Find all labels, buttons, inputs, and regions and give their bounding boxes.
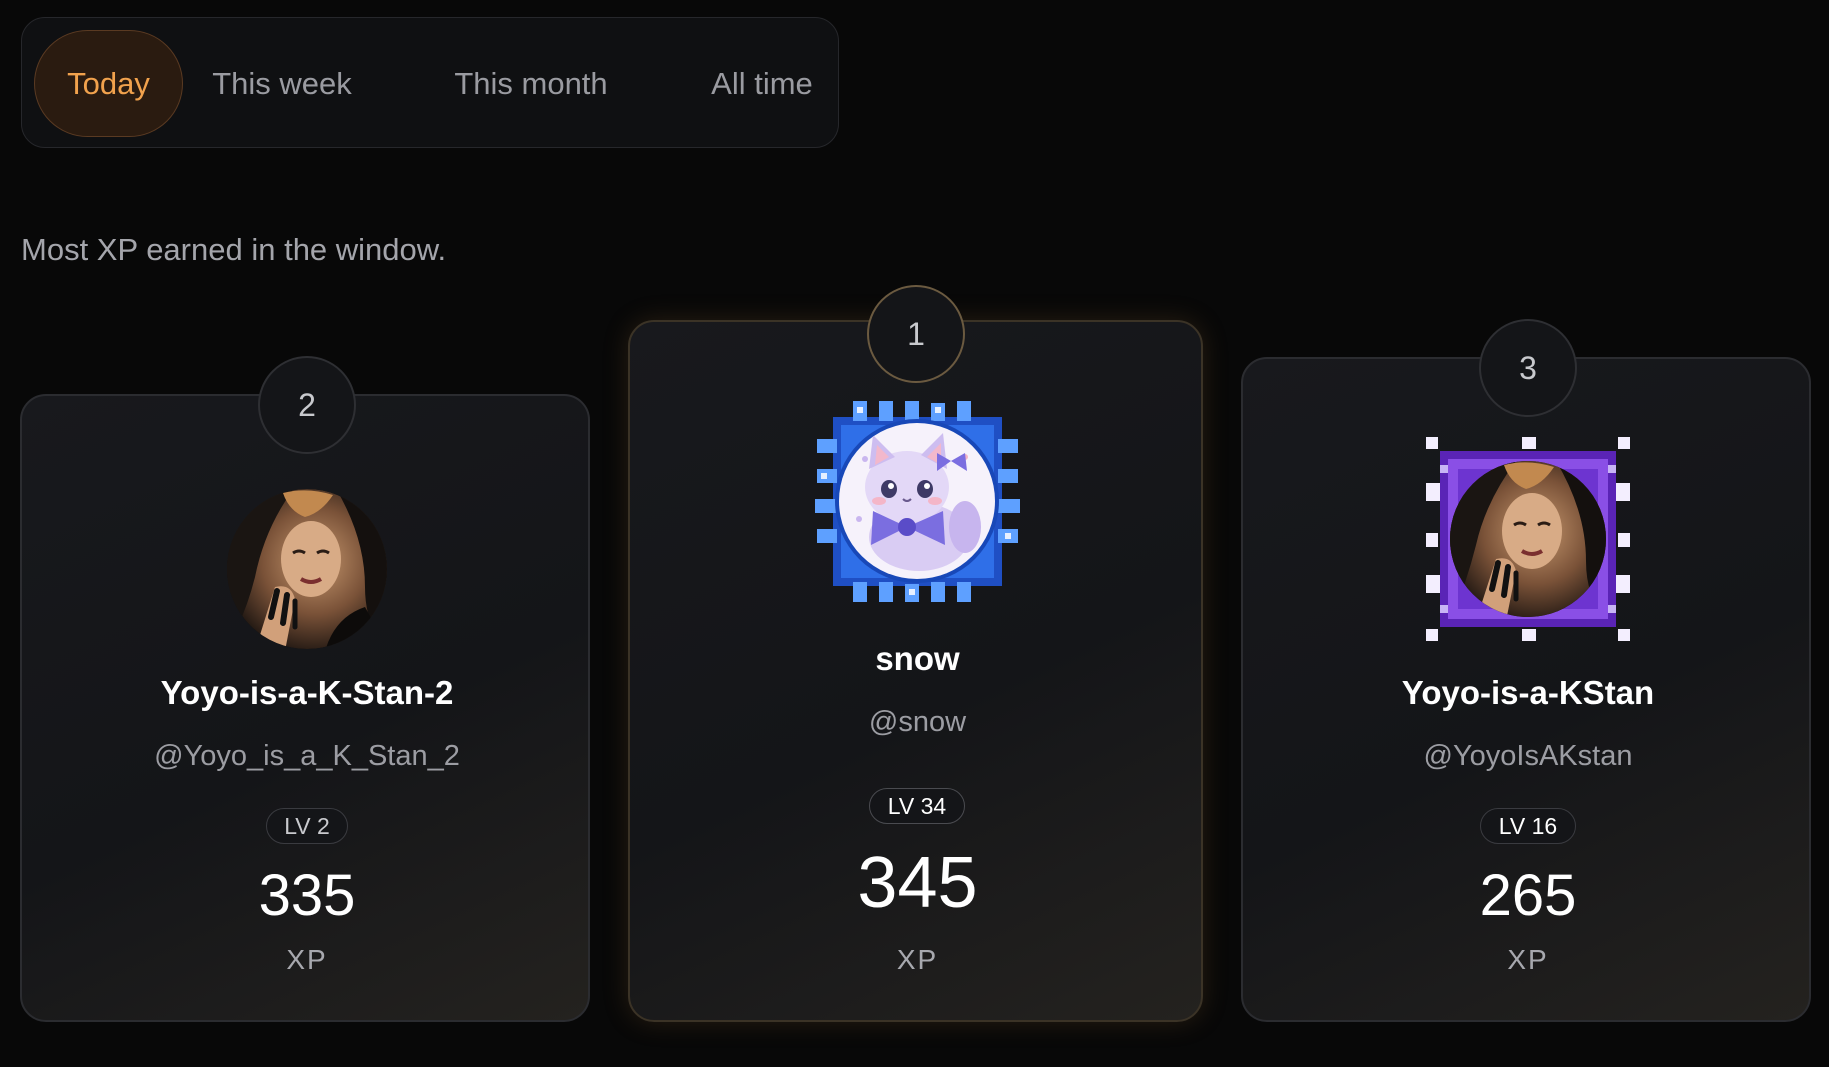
leaderboard-subtitle: Most XP earned in the window. xyxy=(21,232,447,267)
tab-today[interactable]: Today xyxy=(34,30,183,137)
xp-value: 345 xyxy=(857,843,978,923)
avatar xyxy=(1424,435,1632,643)
xp-value: 335 xyxy=(258,863,356,928)
xp-value: 265 xyxy=(1479,863,1577,928)
xp-unit: XP xyxy=(896,944,939,975)
rank-badge: 1 xyxy=(867,285,965,383)
xp-unit: XP xyxy=(286,944,328,975)
podium-card-rank-3[interactable]: 3 Yoyo-is-a-KStan @YoyoIsAKstan LV 16 26… xyxy=(1241,319,1811,1022)
level-badge: LV 16 xyxy=(1480,808,1576,844)
user-handle: @snow xyxy=(868,706,967,738)
tab-all-time[interactable]: All time xyxy=(682,30,842,137)
user-handle: @Yoyo_is_a_K_Stan_2 xyxy=(154,740,460,772)
avatar xyxy=(225,487,389,651)
time-range-tabs: Today This week This month All time xyxy=(21,17,839,148)
podium-card-rank-1[interactable]: 1 snow @snow LV 34 345 XP xyxy=(628,285,1203,1022)
purple-pixel-frame-icon xyxy=(1426,437,1630,641)
tab-this-week[interactable]: This week xyxy=(207,30,357,137)
user-handle: @YoyoIsAKstan xyxy=(1423,740,1633,772)
level-badge: LV 2 xyxy=(266,808,348,844)
level-badge: LV 34 xyxy=(869,788,965,824)
cat-with-bow-icon xyxy=(815,401,1020,602)
username: snow xyxy=(875,640,960,677)
avatar xyxy=(815,399,1020,604)
xp-unit: XP xyxy=(1507,944,1549,975)
podium-card-rank-2[interactable]: 2 Yoyo-is-a-K-Stan-2 @Yoyo_is_a_K_Stan_2… xyxy=(20,356,590,1022)
rank-badge: 3 xyxy=(1479,319,1577,417)
username: Yoyo-is-a-K-Stan-2 xyxy=(160,674,454,711)
tab-this-month[interactable]: This month xyxy=(442,30,620,137)
user-photo-avatar-icon xyxy=(227,489,387,649)
username: Yoyo-is-a-KStan xyxy=(1401,674,1655,711)
rank-badge: 2 xyxy=(258,356,356,454)
